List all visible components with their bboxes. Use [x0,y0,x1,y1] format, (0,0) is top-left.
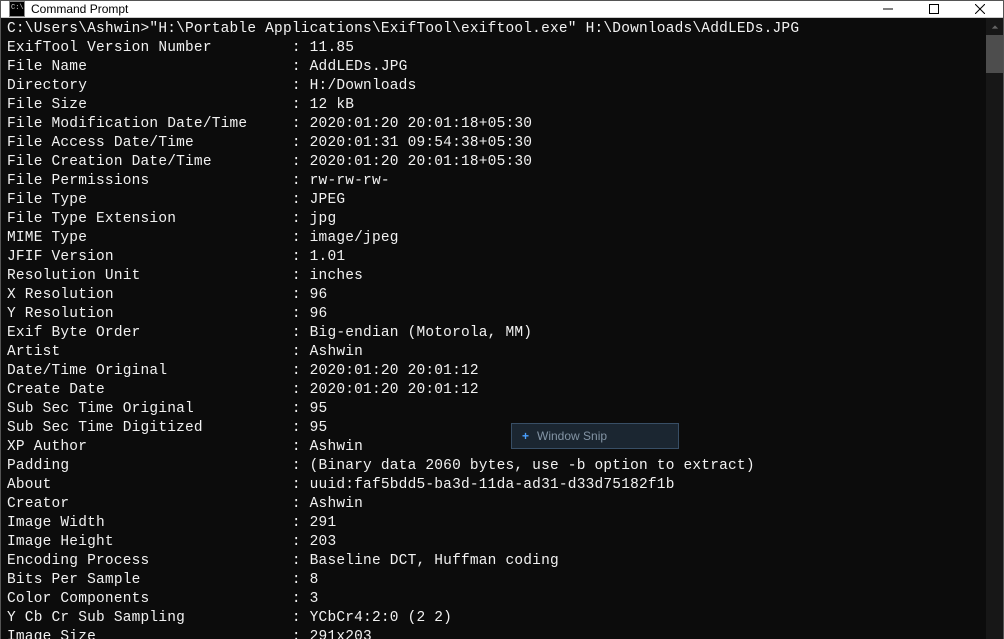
scroll-thumb[interactable] [986,35,1003,73]
console-output[interactable]: C:\Users\Ashwin>"H:\Portable Application… [1,18,986,639]
minimize-icon [883,4,893,14]
scrollbar[interactable] [986,18,1003,639]
titlebar[interactable]: Command Prompt [1,1,1003,18]
close-button[interactable] [957,1,1003,17]
close-icon [975,4,985,14]
maximize-button[interactable] [911,1,957,17]
chevron-up-icon [991,23,999,31]
console-area: C:\Users\Ashwin>"H:\Portable Application… [1,18,1003,639]
snip-label: Window Snip [537,429,607,443]
snip-tool-overlay[interactable]: + Window Snip [511,423,679,449]
scroll-up-button[interactable] [986,18,1003,35]
plus-icon: + [522,429,529,443]
window-controls [865,1,1003,17]
maximize-icon [929,4,939,14]
window-title: Command Prompt [31,2,865,16]
command-prompt-window: Command Prompt C:\Users\Ashwin>"H:\Porta… [0,0,1004,639]
minimize-button[interactable] [865,1,911,17]
cmd-icon [9,1,25,17]
